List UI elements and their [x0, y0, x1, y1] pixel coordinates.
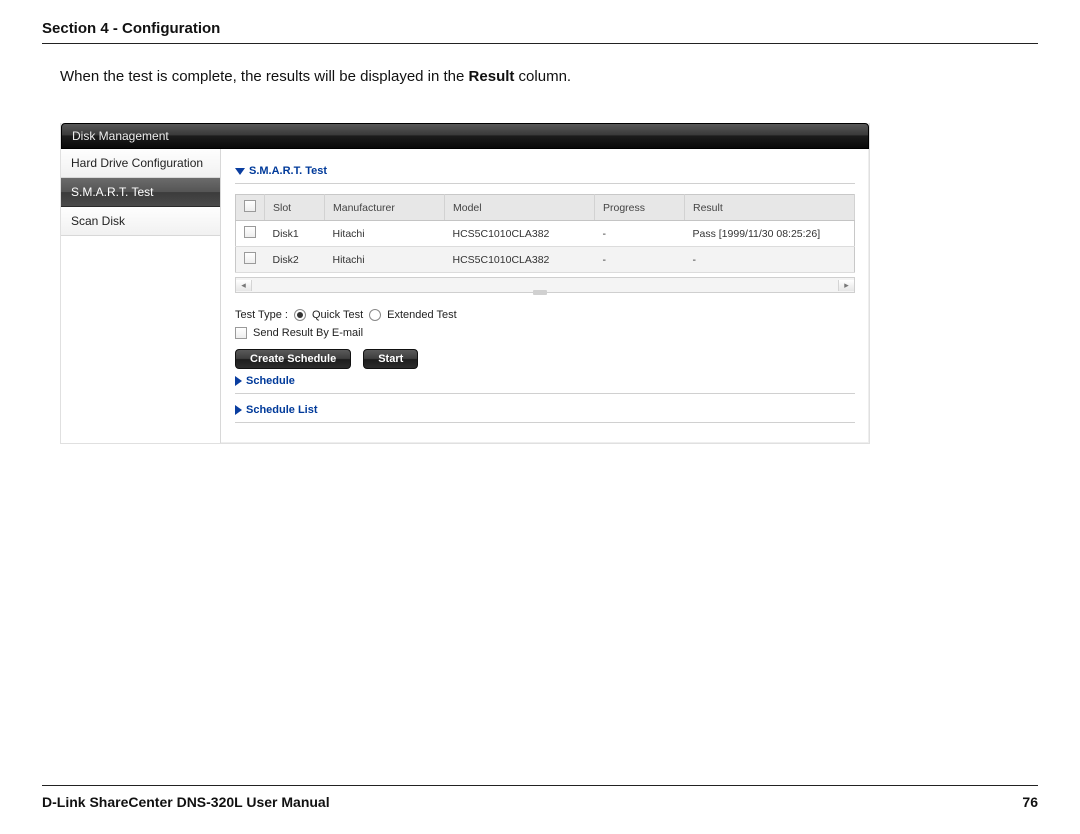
- page-footer: D-Link ShareCenter DNS-320L User Manual …: [42, 785, 1038, 810]
- horizontal-scrollbar[interactable]: ◂ ▸: [235, 277, 855, 293]
- extended-test-label: Extended Test: [387, 309, 457, 321]
- radio-quick-test[interactable]: [294, 309, 306, 321]
- chevron-down-icon: [235, 168, 245, 175]
- footer-title: D-Link ShareCenter DNS-320L User Manual: [42, 794, 330, 810]
- intro-text: When the test is complete, the results w…: [60, 68, 1038, 85]
- cell-model: HCS5C1010CLA382: [445, 247, 595, 273]
- section-label: Schedule List: [246, 404, 318, 416]
- section-header-schedule-list[interactable]: Schedule List: [235, 404, 855, 416]
- table-row[interactable]: Disk1 Hitachi HCS5C1010CLA382 - Pass [19…: [236, 221, 855, 247]
- cell-manufacturer: Hitachi: [325, 221, 445, 247]
- header-checkbox-cell[interactable]: [236, 195, 265, 221]
- cell-progress: -: [595, 247, 685, 273]
- create-schedule-button[interactable]: Create Schedule: [235, 349, 351, 369]
- app-screenshot: Disk Management Hard Drive Configuration…: [60, 123, 870, 444]
- cell-result: Pass [1999/11/30 08:25:26]: [685, 221, 855, 247]
- quick-test-label: Quick Test: [312, 309, 363, 321]
- scroll-left-icon[interactable]: ◂: [236, 280, 252, 291]
- start-button[interactable]: Start: [363, 349, 418, 369]
- checkbox-send-email[interactable]: [235, 327, 247, 339]
- content-panel: S.M.A.R.T. Test Slot Manufacturer Model …: [221, 149, 869, 443]
- th-model: Model: [445, 195, 595, 221]
- section-label: Schedule: [246, 375, 295, 387]
- divider: [235, 393, 855, 394]
- radio-extended-test[interactable]: [369, 309, 381, 321]
- divider: [235, 183, 855, 184]
- divider: [235, 422, 855, 423]
- scroll-thumb[interactable]: [533, 290, 547, 295]
- disk-table: Slot Manufacturer Model Progress Result …: [235, 194, 855, 273]
- intro-bold: Result: [469, 68, 515, 85]
- test-type-label: Test Type :: [235, 309, 288, 321]
- send-email-label: Send Result By E-mail: [253, 327, 363, 339]
- row-checkbox[interactable]: [244, 252, 256, 264]
- intro-pre: When the test is complete, the results w…: [60, 68, 469, 85]
- table-row[interactable]: Disk2 Hitachi HCS5C1010CLA382 - -: [236, 247, 855, 273]
- chevron-right-icon: [235, 376, 242, 386]
- th-progress: Progress: [595, 195, 685, 221]
- sidebar-item-smart-test[interactable]: S.M.A.R.T. Test: [61, 178, 220, 207]
- intro-post: column.: [514, 68, 571, 85]
- cell-slot: Disk1: [265, 221, 325, 247]
- cell-model: HCS5C1010CLA382: [445, 221, 595, 247]
- section-label: S.M.A.R.T. Test: [249, 165, 327, 177]
- section-header-schedule[interactable]: Schedule: [235, 375, 855, 387]
- th-slot: Slot: [265, 195, 325, 221]
- sidebar-item-hdd-config[interactable]: Hard Drive Configuration: [61, 149, 220, 178]
- chevron-right-icon: [235, 405, 242, 415]
- header-checkbox[interactable]: [244, 200, 256, 212]
- cell-slot: Disk2: [265, 247, 325, 273]
- cell-progress: -: [595, 221, 685, 247]
- sidebar: Hard Drive Configuration S.M.A.R.T. Test…: [61, 149, 221, 443]
- cell-result: -: [685, 247, 855, 273]
- sidebar-item-scan-disk[interactable]: Scan Disk: [61, 207, 220, 236]
- section-header: Section 4 - Configuration: [42, 20, 1038, 44]
- cell-manufacturer: Hitachi: [325, 247, 445, 273]
- table-header-row: Slot Manufacturer Model Progress Result: [236, 195, 855, 221]
- page-number: 76: [1022, 794, 1038, 810]
- row-checkbox[interactable]: [244, 226, 256, 238]
- section-header-smart[interactable]: S.M.A.R.T. Test: [235, 165, 855, 177]
- th-manufacturer: Manufacturer: [325, 195, 445, 221]
- window-title: Disk Management: [61, 123, 869, 149]
- test-options: Test Type : Quick Test Extended Test Sen…: [235, 309, 855, 369]
- scroll-right-icon[interactable]: ▸: [838, 280, 854, 291]
- th-result: Result: [685, 195, 855, 221]
